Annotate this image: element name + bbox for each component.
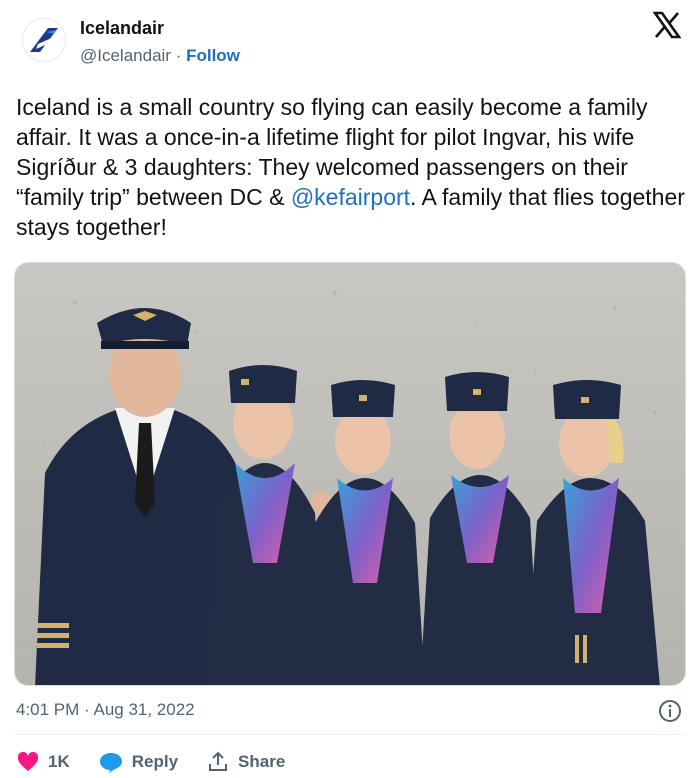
tweet-timestamp[interactable]: 4:01 PM · Aug 31, 2022 (16, 700, 195, 720)
crew-photo (15, 263, 685, 685)
handle-row: @Icelandair · Follow (80, 46, 240, 66)
tweet-header: Icelandair @Icelandair · Follow (0, 0, 700, 80)
share-icon (209, 751, 228, 771)
x-logo-icon[interactable] (652, 10, 682, 40)
share-button[interactable]: Share (206, 750, 285, 774)
reply-button[interactable]: Reply (98, 750, 178, 774)
icelandair-logo-icon (30, 28, 58, 52)
account-handle[interactable]: @Icelandair (80, 46, 171, 65)
tweet-photo[interactable] (14, 262, 686, 686)
info-icon[interactable] (658, 699, 682, 723)
tweet-text: Iceland is a small country so flying can… (16, 92, 686, 242)
handle-separator: · (170, 46, 187, 65)
account-avatar[interactable] (22, 18, 66, 62)
like-button[interactable]: 1K (16, 750, 70, 774)
heart-icon (17, 751, 39, 771)
reply-label: Reply (131, 752, 179, 771)
follow-link[interactable]: Follow (186, 46, 240, 65)
account-name[interactable]: Icelandair (80, 18, 164, 39)
mention-link[interactable]: @kefairport (291, 184, 410, 210)
reply-bubble-icon (99, 753, 122, 773)
like-count: 1K (48, 752, 70, 771)
divider (14, 734, 686, 735)
action-bar: 1K Reply Share (16, 748, 313, 776)
share-label: Share (238, 752, 286, 771)
